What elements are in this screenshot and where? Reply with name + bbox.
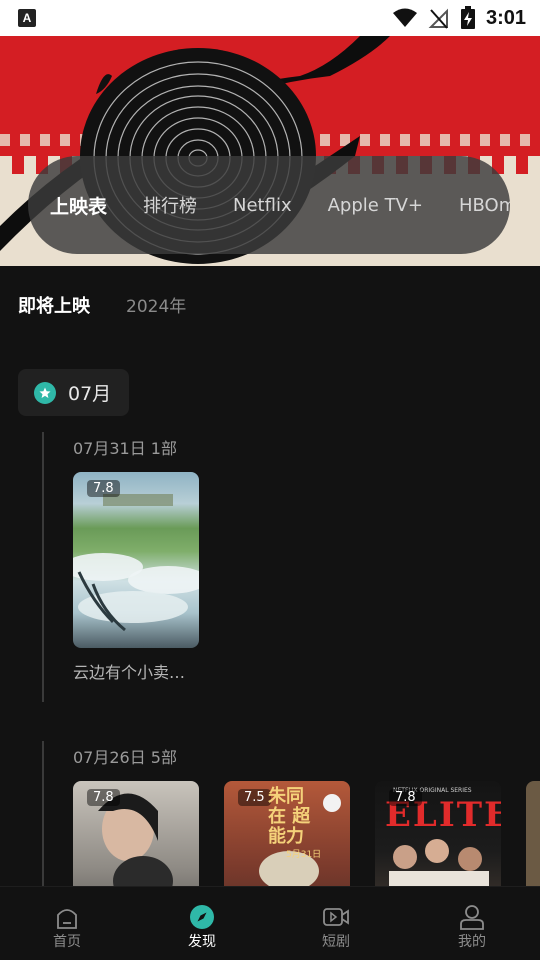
tab-ranking[interactable]: 排行榜 bbox=[143, 192, 197, 218]
poster-date: 5月31日 bbox=[286, 850, 322, 860]
poster-title-art: 朱同 在 超能力 bbox=[268, 786, 311, 847]
compass-icon bbox=[190, 905, 214, 929]
status-bar: A 3:01 bbox=[0, 0, 540, 36]
app-notification-icon: A bbox=[18, 9, 36, 27]
nav-profile[interactable]: 我的 bbox=[432, 887, 512, 960]
year-selector[interactable]: 2024年 bbox=[126, 292, 186, 317]
group-date-label: 07月31日 1部 bbox=[73, 439, 177, 458]
nav-short-drama[interactable]: 短剧 bbox=[296, 887, 376, 960]
rating-badge: 7.5 bbox=[238, 789, 271, 806]
nav-discover[interactable]: 发现 bbox=[162, 887, 242, 960]
tab-showtimes[interactable]: 上映表 bbox=[50, 192, 107, 219]
star-badge-icon bbox=[34, 381, 56, 404]
status-time: 3:01 bbox=[485, 6, 526, 29]
month-label: 07月 bbox=[68, 383, 112, 405]
nav-home[interactable]: 首页 bbox=[27, 887, 107, 960]
movie-title[interactable]: 云边有个小卖… bbox=[73, 659, 213, 683]
movie-poster[interactable]: 7.8 bbox=[73, 472, 199, 648]
battery-charging-icon bbox=[460, 6, 475, 29]
tab-hbo[interactable]: HBOma bbox=[459, 195, 510, 216]
home-icon bbox=[57, 909, 77, 929]
status-icons: 3:01 bbox=[392, 6, 526, 30]
bottom-navigation: 首页 发现 短剧 我的 bbox=[0, 886, 540, 960]
month-chip[interactable]: 07月 bbox=[18, 369, 129, 416]
nav-short-drama-label: 短剧 bbox=[322, 934, 350, 950]
tab-netflix[interactable]: Netflix bbox=[233, 195, 292, 216]
rating-badge: 7.8 bbox=[87, 789, 120, 806]
tab-apple-tv[interactable]: Apple TV+ bbox=[328, 195, 423, 216]
nav-discover-label: 发现 bbox=[188, 934, 216, 950]
section-header: 即将上映 2024年 bbox=[18, 292, 186, 318]
video-icon bbox=[323, 908, 349, 926]
category-tab-bar: 上映表 排行榜 Netflix Apple TV+ HBOma bbox=[28, 156, 510, 254]
timeline-line bbox=[42, 432, 44, 702]
poster-artwork bbox=[73, 494, 199, 632]
profile-icon bbox=[460, 905, 484, 930]
rating-badge: 7.8 bbox=[87, 480, 120, 497]
rating-badge: 7.8 bbox=[389, 789, 422, 806]
wifi-icon bbox=[392, 8, 417, 27]
nav-home-label: 首页 bbox=[53, 934, 81, 950]
nav-profile-label: 我的 bbox=[458, 934, 486, 950]
banner[interactable]: 上映表 排行榜 Netflix Apple TV+ HBOma bbox=[0, 36, 540, 266]
section-title: 即将上映 bbox=[18, 296, 90, 317]
timeline-line bbox=[42, 741, 44, 886]
no-signal-icon bbox=[428, 8, 448, 29]
group-date-label: 07月26日 5部 bbox=[73, 748, 177, 767]
